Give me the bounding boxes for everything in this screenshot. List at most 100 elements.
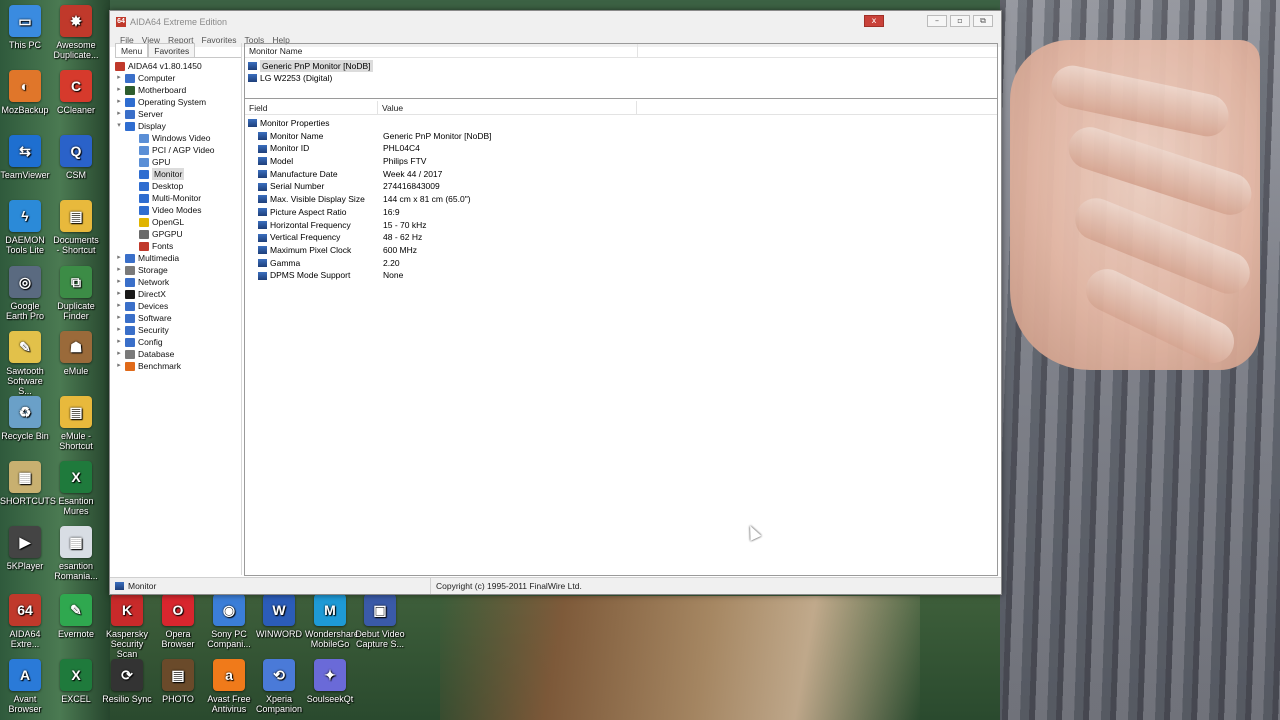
- desktop-shortcut[interactable]: A Avant Browser: [0, 659, 50, 714]
- tree-expander-icon[interactable]: ▸: [115, 84, 123, 96]
- tree-item[interactable]: GPGPU: [115, 228, 241, 240]
- tree-item[interactable]: OpenGL: [115, 216, 241, 228]
- desktop-shortcut[interactable]: a Avast Free Antivirus: [204, 659, 254, 714]
- desktop-shortcut[interactable]: ◐ MozBackup: [0, 70, 50, 115]
- property-row[interactable]: Serial Number 274416843009: [248, 180, 997, 193]
- tree-expander-icon[interactable]: ▸: [115, 252, 123, 264]
- desktop-shortcut[interactable]: ▶ 5KPlayer: [0, 526, 50, 571]
- desktop-shortcut[interactable]: ♻ Recycle Bin: [0, 396, 50, 441]
- desktop-shortcut[interactable]: Q CSM: [51, 135, 101, 180]
- desktop-shortcut[interactable]: ✎ Sawtooth Software S...: [0, 331, 50, 396]
- tree-item[interactable]: ▸ Computer: [115, 72, 241, 84]
- tree-item[interactable]: ▸ Multimedia: [115, 252, 241, 264]
- maximize-button[interactable]: ▫: [950, 15, 970, 27]
- desktop-shortcut[interactable]: ▣ Debut Video Capture S...: [355, 594, 405, 649]
- desktop-shortcut[interactable]: ⇆ TeamViewer: [0, 135, 50, 180]
- desktop-shortcut[interactable]: O Opera Browser: [153, 594, 203, 649]
- desktop-shortcut[interactable]: ▤ Documents - Shortcut: [51, 200, 101, 255]
- property-row[interactable]: Max. Visible Display Size 144 cm x 81 cm …: [248, 193, 997, 206]
- section-row[interactable]: Monitor Properties: [248, 117, 997, 130]
- tree-item[interactable]: Desktop: [115, 180, 241, 192]
- tree-expander-icon[interactable]: ▸: [115, 72, 123, 84]
- column-value[interactable]: Value: [378, 101, 637, 114]
- desktop-shortcut[interactable]: ✸ Awesome Duplicate...: [51, 5, 101, 60]
- desktop-shortcut[interactable]: ▦ esantion Romania...: [51, 526, 101, 581]
- tree-item[interactable]: Multi-Monitor: [115, 192, 241, 204]
- tree-item[interactable]: PCI / AGP Video: [115, 144, 241, 156]
- tree-expander-icon[interactable]: ▸: [115, 360, 123, 372]
- close-button[interactable]: x: [864, 15, 884, 27]
- tree-expander-icon[interactable]: ▸: [115, 96, 123, 108]
- tree-expander-icon[interactable]: ▸: [115, 108, 123, 120]
- tree-item[interactable]: ▸ Motherboard: [115, 84, 241, 96]
- tab-favorites[interactable]: Favorites: [148, 43, 196, 57]
- property-row[interactable]: Horizontal Frequency 15 - 70 kHz: [248, 219, 997, 232]
- desktop-shortcut[interactable]: ▤ PHOTO: [153, 659, 203, 704]
- desktop-shortcut[interactable]: ☗ eMule: [51, 331, 101, 376]
- desktop-shortcut[interactable]: ✎ Evernote: [51, 594, 101, 639]
- desktop-shortcut[interactable]: ⧉ Duplicate Finder: [51, 266, 101, 321]
- desktop-shortcut[interactable]: ▭ This PC: [0, 5, 50, 50]
- tree-expander-icon[interactable]: ▸: [115, 324, 123, 336]
- property-row[interactable]: Model Philips FTV: [248, 155, 997, 168]
- tree-expander-icon[interactable]: ▸: [115, 336, 123, 348]
- column-field[interactable]: Field: [245, 101, 378, 114]
- property-row[interactable]: DPMS Mode Support None: [248, 269, 997, 282]
- tree-item[interactable]: Monitor: [115, 168, 241, 180]
- tree-root[interactable]: AIDA64 v1.80.1450: [115, 60, 241, 72]
- aida64-window[interactable]: 64 AIDA64 Extreme Edition x – ▫ ⧉ File V…: [109, 10, 1002, 595]
- desktop-shortcut[interactable]: 64 AIDA64 Extre...: [0, 594, 50, 649]
- desktop-shortcut[interactable]: ⟲ Xperia Companion: [254, 659, 304, 714]
- desktop-shortcut[interactable]: ✦ SoulseekQt: [305, 659, 355, 704]
- tree-expander-icon[interactable]: ▸: [115, 348, 123, 360]
- property-row[interactable]: Manufacture Date Week 44 / 2017: [248, 168, 997, 181]
- tree-item[interactable]: ▸ Software: [115, 312, 241, 324]
- device-item[interactable]: Generic PnP Monitor [NoDB]: [248, 60, 997, 72]
- restore-button[interactable]: ⧉: [973, 15, 993, 27]
- desktop-shortcut[interactable]: ▦ SHORTCUTS: [0, 461, 56, 506]
- desktop-shortcut[interactable]: ϟ DAEMON Tools Lite: [0, 200, 50, 255]
- desktop-shortcut[interactable]: X Esantion Mures: [51, 461, 101, 516]
- tree-expander-icon[interactable]: ▾: [115, 120, 123, 132]
- column-monitor-name[interactable]: Monitor Name: [245, 44, 638, 57]
- tree-expander-icon[interactable]: ▸: [115, 312, 123, 324]
- section-title: Monitor Properties: [260, 118, 330, 128]
- property-row[interactable]: Monitor ID PHL04C4: [248, 142, 997, 155]
- property-row[interactable]: Vertical Frequency 48 - 62 Hz: [248, 231, 997, 244]
- desktop-shortcut[interactable]: W WINWORD: [254, 594, 304, 639]
- property-row[interactable]: Gamma 2.20: [248, 257, 997, 270]
- tree-item[interactable]: ▸ Database: [115, 348, 241, 360]
- tree-item[interactable]: ▸ Operating System: [115, 96, 241, 108]
- tree-item[interactable]: ▸ Config: [115, 336, 241, 348]
- tree-item[interactable]: ▸ Devices: [115, 300, 241, 312]
- property-row[interactable]: Picture Aspect Ratio 16:9: [248, 206, 997, 219]
- tree-item[interactable]: ▸ Benchmark: [115, 360, 241, 372]
- minimize-button[interactable]: –: [927, 15, 947, 27]
- tree-item[interactable]: GPU: [115, 156, 241, 168]
- desktop-shortcut[interactable]: ⟳ Resilio Sync: [102, 659, 152, 704]
- desktop-shortcut[interactable]: M Wondershare MobileGo: [305, 594, 359, 649]
- tree-item[interactable]: ▸ Server: [115, 108, 241, 120]
- tab-menu[interactable]: Menu: [115, 43, 149, 57]
- tree-expander-icon[interactable]: ▸: [115, 300, 123, 312]
- desktop-shortcut[interactable]: ◉ Sony PC Compani...: [204, 594, 254, 649]
- tree-expander-icon[interactable]: ▸: [115, 276, 123, 288]
- tree-item[interactable]: Video Modes: [115, 204, 241, 216]
- desktop-shortcut[interactable]: C CCleaner: [51, 70, 101, 115]
- tree-expander-icon[interactable]: ▸: [115, 264, 123, 276]
- property-row[interactable]: Monitor Name Generic PnP Monitor [NoDB]: [248, 130, 997, 143]
- tree-item[interactable]: ▸ Network: [115, 276, 241, 288]
- desktop-shortcut[interactable]: X EXCEL: [51, 659, 101, 704]
- desktop-shortcut[interactable]: ◎ Google Earth Pro: [0, 266, 50, 321]
- tree-item[interactable]: ▾ Display: [115, 120, 241, 132]
- desktop-shortcut[interactable]: ▤ eMule - Shortcut: [51, 396, 101, 451]
- desktop-shortcut[interactable]: K Kaspersky Security Scan: [102, 594, 152, 659]
- tree-item[interactable]: ▸ DirectX: [115, 288, 241, 300]
- tree-item[interactable]: ▸ Security: [115, 324, 241, 336]
- tree-item[interactable]: ▸ Storage: [115, 264, 241, 276]
- device-item[interactable]: LG W2253 (Digital): [248, 72, 997, 84]
- tree-expander-icon[interactable]: ▸: [115, 288, 123, 300]
- tree-item[interactable]: Fonts: [115, 240, 241, 252]
- property-row[interactable]: Maximum Pixel Clock 600 MHz: [248, 244, 997, 257]
- tree-item[interactable]: Windows Video: [115, 132, 241, 144]
